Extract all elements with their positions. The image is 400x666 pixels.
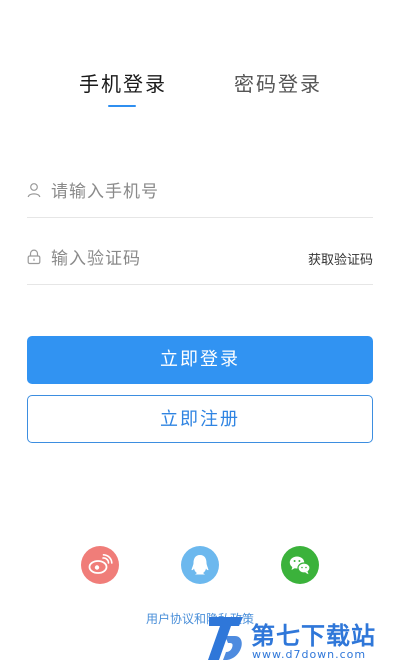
watermark-title: 第七下载站 <box>251 622 376 650</box>
code-input[interactable] <box>51 243 301 275</box>
get-code-button[interactable]: 获取验证码 <box>308 249 373 268</box>
login-tabs: 手机登录 密码登录 <box>0 68 400 116</box>
wechat-icon <box>289 556 311 575</box>
qq-login-button[interactable] <box>181 546 219 584</box>
login-button[interactable]: 立即登录 <box>27 336 373 384</box>
code-field: 获取验证码 <box>27 235 373 285</box>
register-button[interactable]: 立即注册 <box>27 395 373 443</box>
weibo-login-button[interactable] <box>81 546 119 584</box>
weibo-icon <box>88 554 113 574</box>
phone-field <box>27 168 373 218</box>
wechat-login-button[interactable] <box>281 546 319 584</box>
tab-phone-login[interactable]: 手机登录 <box>79 68 167 100</box>
phone-input[interactable] <box>51 176 301 208</box>
watermark: 第七下载站 www.d7down.com <box>205 612 400 666</box>
d7down-logo-icon <box>208 617 243 660</box>
active-tab-indicator <box>108 105 136 107</box>
lock-icon <box>27 249 41 265</box>
qq-icon <box>191 555 209 575</box>
user-icon <box>27 182 41 198</box>
watermark-url: www.d7down.com <box>252 648 367 661</box>
tab-password-login[interactable]: 密码登录 <box>234 68 322 100</box>
